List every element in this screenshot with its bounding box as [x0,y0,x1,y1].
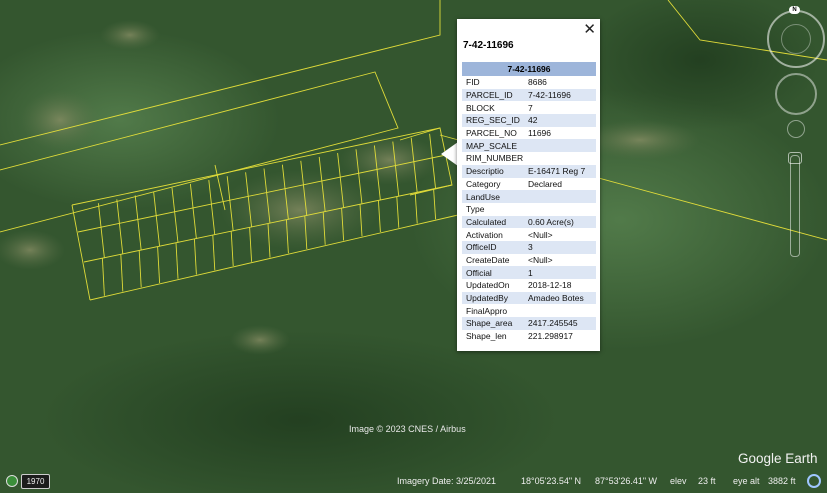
attribute-row: CreateDate <Null> [462,254,596,267]
attribute-value: E-16471 Reg 7 [524,164,596,178]
attribute-row: Official 1 [462,266,596,279]
attribute-key: Shape_len [466,331,507,342]
historical-year-badge[interactable]: 1970 [21,474,50,489]
attribute-value: 8686 [528,77,547,88]
attribute-value: Amadeo Botes [524,291,596,305]
attribute-value: <Null> [528,254,553,265]
eye-altitude-label: eye alt [733,476,760,486]
attribute-value [524,203,596,216]
attribute-row: UpdatedOn 2018-12-18 [462,279,596,292]
imagery-date: Imagery Date: 3/25/2021 [397,476,497,486]
look-joystick-icon[interactable] [775,73,817,115]
attribute-key: UpdatedBy [462,291,524,305]
attribute-key: OfficeID [462,240,524,254]
attribute-key: FinalAppro [466,305,508,316]
info-popup: ✕ 7-42-11696 7-42-11696 FID 8686 PARCEL_ID… [457,19,600,351]
attribute-value: 1 [524,266,596,279]
zoom-slider-thumb[interactable] [788,152,802,164]
attribute-value [524,139,596,153]
attribute-row: PARCEL_NO 11696 [462,127,596,140]
history-clock-icon[interactable] [6,475,18,487]
attribute-row: Type [462,203,596,216]
attribute-value: 7-42-11696 [524,88,596,102]
attribute-value: 11696 [528,128,552,139]
google-earth-logo: Google Earth [738,451,818,466]
attribute-value: Declared [528,178,563,189]
attribute-row: MAP_SCALE [462,139,596,153]
popup-title: 7-42-11696 [463,40,514,51]
streaming-status-icon [807,474,821,488]
elevation-value: 23 ft [698,476,716,486]
attribute-row: REG_SEC_ID 42 [462,114,596,127]
attribute-row: UpdatedBy Amadeo Botes [462,291,596,305]
attribute-row: PARCEL_ID 7-42-11696 [462,88,596,102]
attribute-value: 3 [524,240,596,254]
attribute-row: LandUse [462,190,596,203]
compass-rotate-ring[interactable] [781,24,811,54]
attribute-value [524,152,596,165]
attribute-table: 7-42-11696 FID 8686 PARCEL_ID 7-42-11696 BLO… [462,62,596,342]
attribute-table-header: 7-42-11696 [462,62,596,76]
satellite-map[interactable] [0,0,827,493]
attribute-key: UpdatedOn [466,280,510,291]
attribute-key: Type [466,204,485,215]
attribute-value: 7 [528,102,533,113]
zoom-slider[interactable] [790,155,800,257]
attribute-key: REG_SEC_ID [462,114,524,127]
close-icon[interactable]: ✕ [583,21,596,37]
eye-altitude-value: 3882 ft [768,476,796,486]
attribute-key: PARCEL_NO [466,128,517,139]
attribute-key: MAP_SCALE [462,139,524,153]
popup-pointer [441,142,458,166]
elevation-label: elev [670,476,687,486]
north-indicator[interactable]: N [789,6,800,14]
attribute-key: RIM_NUMBER [466,153,524,164]
attribute-value: <Null> [528,229,553,240]
attribute-value [524,304,596,317]
attribute-key: LandUse [462,190,524,203]
street-view-icon[interactable] [787,120,805,138]
attribute-key: BLOCK [466,102,495,113]
attribute-value: 0.60 Acre(s) [524,215,596,229]
attribute-key: Official [462,266,524,279]
attribute-value [524,190,596,203]
attribute-key: Activation [466,229,503,240]
attribute-row: Shape_len 221.298917 [462,330,596,343]
longitude-readout: 87°53'26.41" W [595,476,658,486]
attribute-row: Calculated 0.60 Acre(s) [462,215,596,229]
attribute-value: 2018-12-18 [528,280,572,291]
attribute-row: Descriptio E-16471 Reg 7 [462,164,596,178]
attribute-row: OfficeID 3 [462,240,596,254]
attribute-key: PARCEL_ID [462,88,524,102]
attribute-row: BLOCK 7 [462,101,596,114]
attribute-key: Descriptio [462,164,524,178]
attribute-row: RIM_NUMBER [462,152,596,165]
attribute-row: Category Declared [462,178,596,191]
latitude-readout: 18°05'23.54" N [521,476,582,486]
attribute-value: 2417.245545 [524,317,596,330]
attribute-key: CreateDate [466,254,510,265]
attribute-value: 42 [524,114,596,127]
attribute-key: Shape_area [462,317,524,330]
attribute-key: Calculated [462,215,524,229]
attribute-row: Shape_area 2417.245545 [462,317,596,330]
attribute-row: Activation <Null> [462,228,596,241]
attribute-key: Category [466,178,501,189]
attribute-row: FinalAppro [462,304,596,317]
attribute-row: FID 8686 [462,76,596,89]
attribute-value: 221.298917 [528,331,573,342]
attribute-key: FID [466,77,480,88]
image-credit: Image © 2023 CNES / Airbus [349,424,466,434]
